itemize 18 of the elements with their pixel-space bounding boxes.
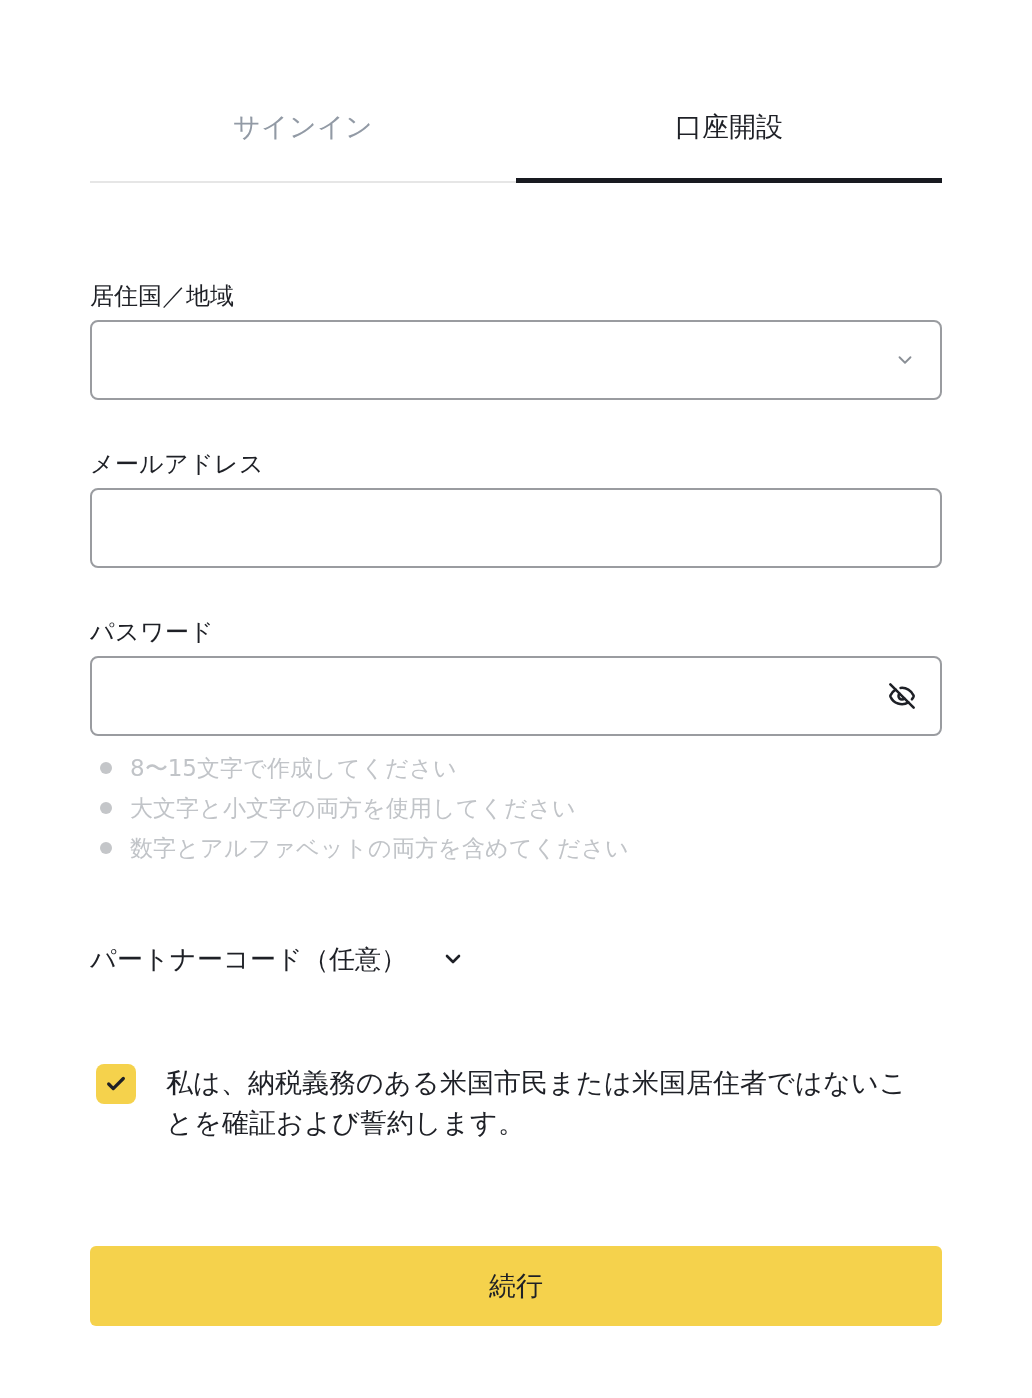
partner-code-toggle[interactable]: パートナーコード（任意） [90, 941, 465, 977]
bullet-icon [100, 762, 112, 774]
password-hint: 8〜15文字で作成してください [130, 754, 457, 783]
eye-off-icon[interactable] [888, 682, 916, 710]
field-label: メールアドレス [90, 449, 265, 480]
field-label: 居住国／地域 [90, 281, 235, 312]
password-hint: 大文字と小文字の両方を使用してください [130, 794, 576, 823]
bullet-icon [100, 842, 112, 854]
continue-button[interactable]: 続行 [90, 1246, 942, 1326]
field-label: パスワード [90, 617, 215, 648]
agreement-text: 私は、納税義務のある米国市民または米国居住者ではないことを確証および誓約します。 [166, 1066, 908, 1140]
input-field[interactable] [90, 488, 942, 568]
bullet-icon [100, 802, 112, 814]
select-field[interactable] [90, 320, 942, 400]
checkbox[interactable] [96, 1064, 136, 1104]
input-field[interactable] [90, 656, 942, 736]
tab[interactable]: 口座開設 [516, 111, 942, 183]
password-hint: 数字とアルファベットの両方を含めてください [130, 834, 629, 863]
